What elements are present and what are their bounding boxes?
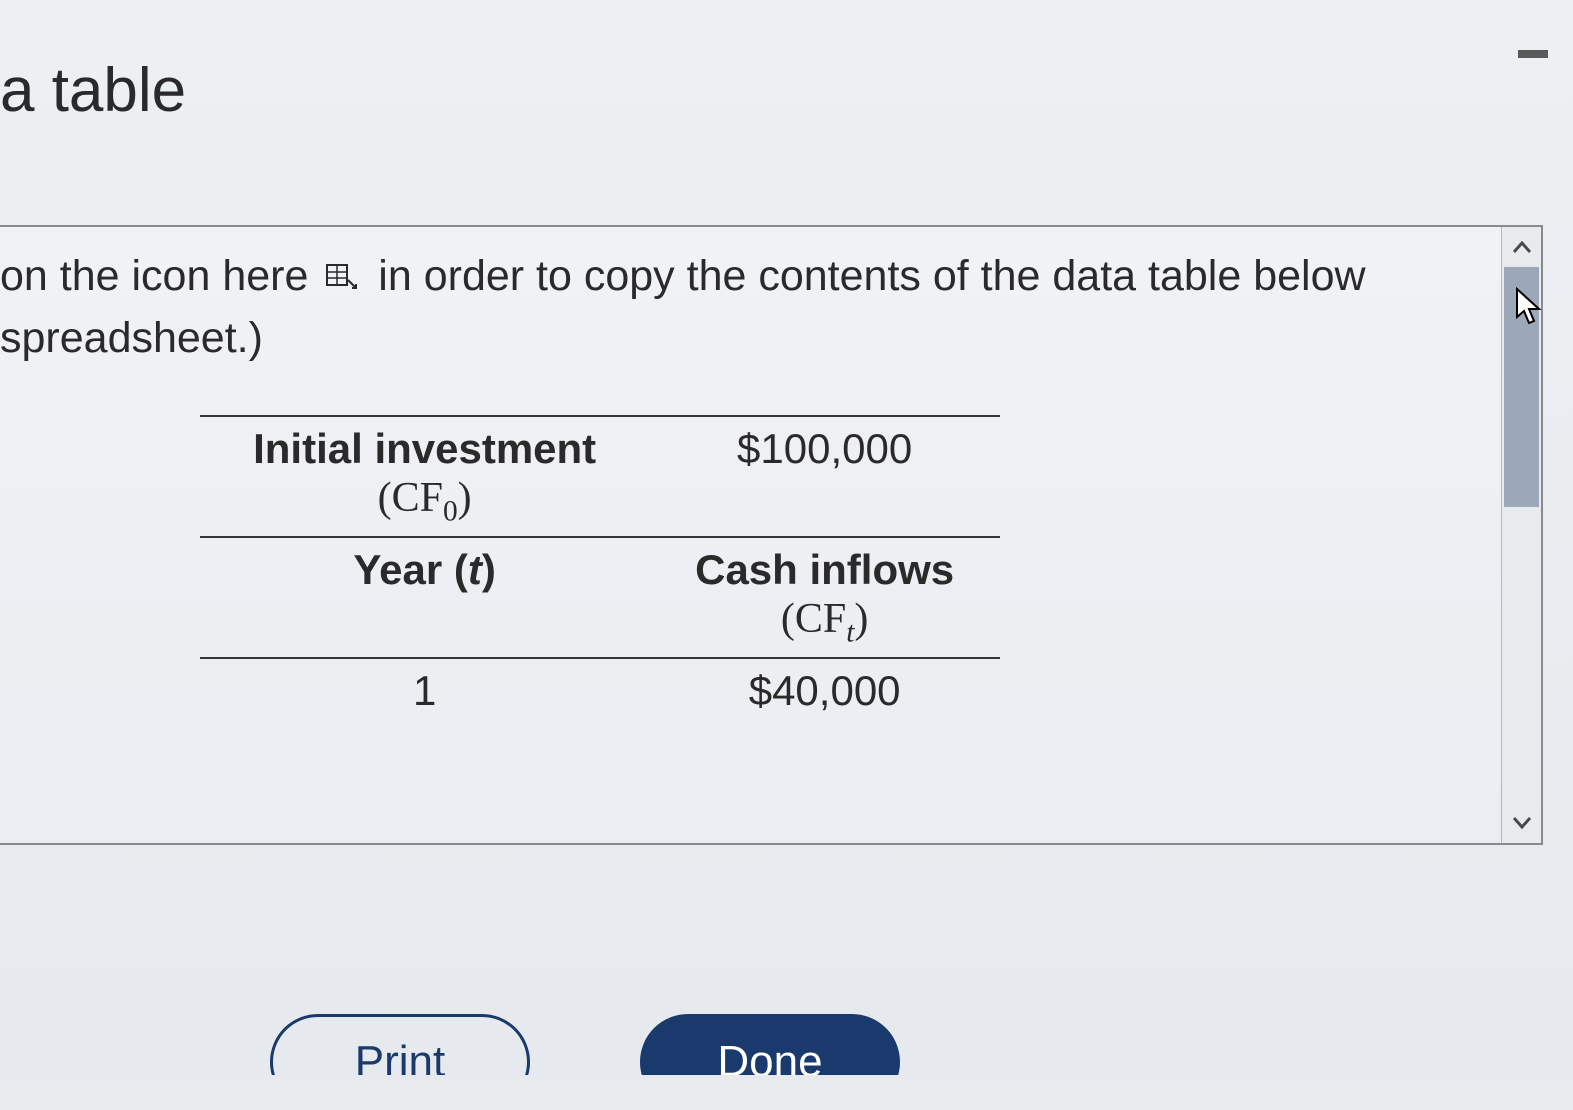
copy-to-spreadsheet-icon[interactable] [326,247,360,277]
instruction-text: on the icon here in order to copy the co… [0,245,1481,370]
table-row: 1 $40,000 [200,658,1000,723]
content-frame: on the icon here in order to copy the co… [0,225,1543,845]
dialog-title: a table [0,55,186,126]
dialog-window: a table on the icon here in order to cop… [0,0,1573,1080]
cash-inflows-label: Cash inflows [695,546,954,593]
instruction-part2: in order to copy the contents of the dat… [378,252,1365,300]
year-header-cell: Year (t) [200,537,649,658]
year-label: Year (t) [353,546,495,593]
instruction-part1: on the icon here [0,252,308,300]
data-table: Initial investment (CF0) $100,000 Year (… [200,415,1000,724]
initial-investment-value: $100,000 [649,416,1000,537]
cft-notation: (CFt) [781,596,869,642]
vertical-scrollbar[interactable] [1501,227,1541,843]
scroll-down-arrow-icon[interactable] [1502,803,1541,843]
cash-inflows-header-cell: Cash inflows (CFt) [649,537,1000,658]
year-value-cell: 1 [200,658,649,723]
cf0-notation: (CF0) [378,475,472,521]
initial-investment-label: Initial investment [253,425,596,472]
inflow-value-cell: $40,000 [649,658,1000,723]
minimize-icon[interactable] [1518,50,1548,58]
scroll-up-arrow-icon[interactable] [1502,227,1541,267]
initial-investment-label-cell: Initial investment (CF0) [200,416,649,537]
table-row: Initial investment (CF0) $100,000 [200,416,1000,537]
table-row: Year (t) Cash inflows (CFt) [200,537,1000,658]
content-area: on the icon here in order to copy the co… [0,227,1501,843]
done-button[interactable]: Done [640,1014,900,1110]
mouse-cursor-icon [1514,287,1546,329]
button-row: Print Done [270,979,900,1075]
instruction-part3: spreadsheet.) [0,314,263,362]
print-button[interactable]: Print [270,1014,530,1110]
